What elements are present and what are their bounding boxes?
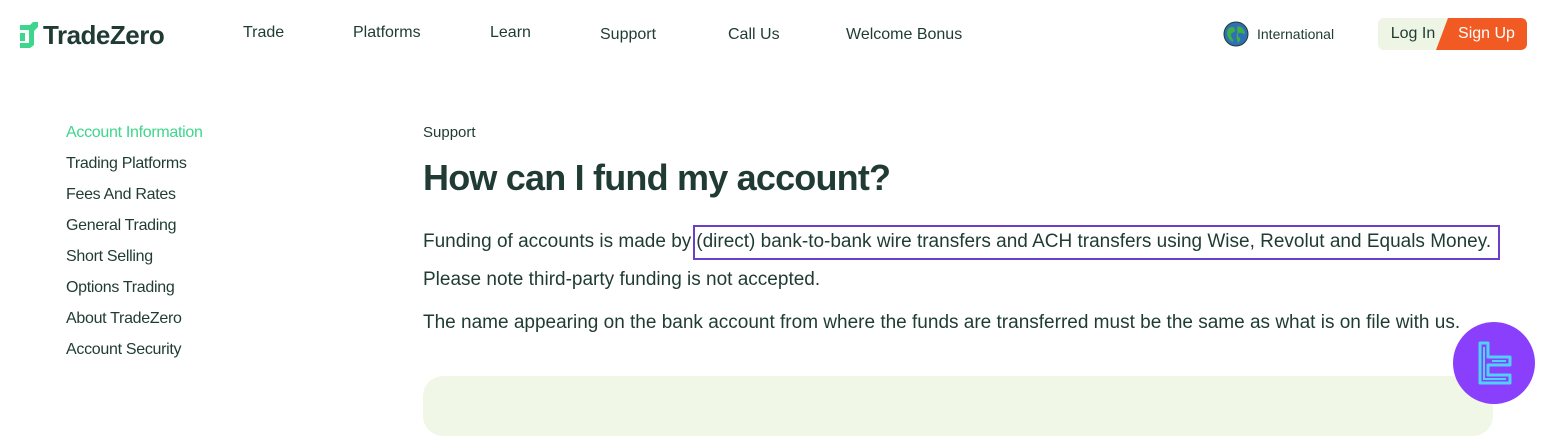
sidebar-item-options-trading[interactable]: Options Trading — [66, 277, 316, 308]
sidebar-item-account-security[interactable]: Account Security — [66, 339, 316, 370]
globe-icon — [1223, 21, 1249, 47]
account-name-note: The name appearing on the bank account f… — [423, 312, 1461, 333]
sidebar-item-fees-and-rates[interactable]: Fees And Rates — [66, 184, 316, 215]
nav-learn[interactable]: Learn — [490, 24, 531, 42]
third-party-note: Please note third-party funding is not a… — [423, 269, 821, 290]
breadcrumb: Support — [423, 124, 476, 141]
sidebar-item-short-selling[interactable]: Short Selling — [66, 246, 316, 277]
tradingfinder-badge[interactable] — [1453, 322, 1535, 404]
sidebar-item-general-trading[interactable]: General Trading — [66, 215, 316, 246]
tradingfinder-logo-icon — [1478, 341, 1512, 385]
page-title: How can I fund my account? — [423, 157, 891, 198]
auth-buttons: Log In Sign Up — [1378, 18, 1539, 50]
highlighted-funding-methods: (direct) bank-to-bank wire transfers and… — [693, 225, 1501, 260]
region-selector[interactable]: International — [1223, 21, 1334, 47]
support-sidebar: Account Information Trading Platforms Fe… — [66, 122, 316, 370]
funding-methods-paragraph: Funding of accounts is made by (direct) b… — [423, 225, 1501, 260]
tradezero-logo[interactable]: TradeZero — [17, 19, 165, 51]
nav-support[interactable]: Support — [600, 26, 656, 44]
tradezero-logo-icon — [20, 22, 38, 48]
signup-button[interactable]: Sign Up — [1436, 18, 1527, 50]
nav-call-us[interactable]: Call Us — [728, 26, 780, 44]
funding-methods-prefix: Funding of accounts is made by — [423, 231, 692, 252]
region-label: International — [1257, 26, 1335, 42]
article-content: Support How can I fund my account? Fundi… — [423, 124, 1513, 333]
site-header: TradeZero Trade Platforms Learn Support … — [0, 0, 1542, 70]
login-button[interactable]: Log In — [1378, 18, 1448, 50]
brand-name: TradeZero — [43, 19, 165, 50]
sidebar-item-trading-platforms[interactable]: Trading Platforms — [66, 153, 316, 184]
info-panel — [423, 376, 1493, 436]
sidebar-item-about-tradezero[interactable]: About TradeZero — [66, 308, 316, 339]
nav-welcome-bonus[interactable]: Welcome Bonus — [846, 26, 962, 44]
nav-trade[interactable]: Trade — [243, 24, 284, 42]
sidebar-item-account-information[interactable]: Account Information — [66, 122, 316, 153]
nav-platforms[interactable]: Platforms — [353, 24, 421, 42]
